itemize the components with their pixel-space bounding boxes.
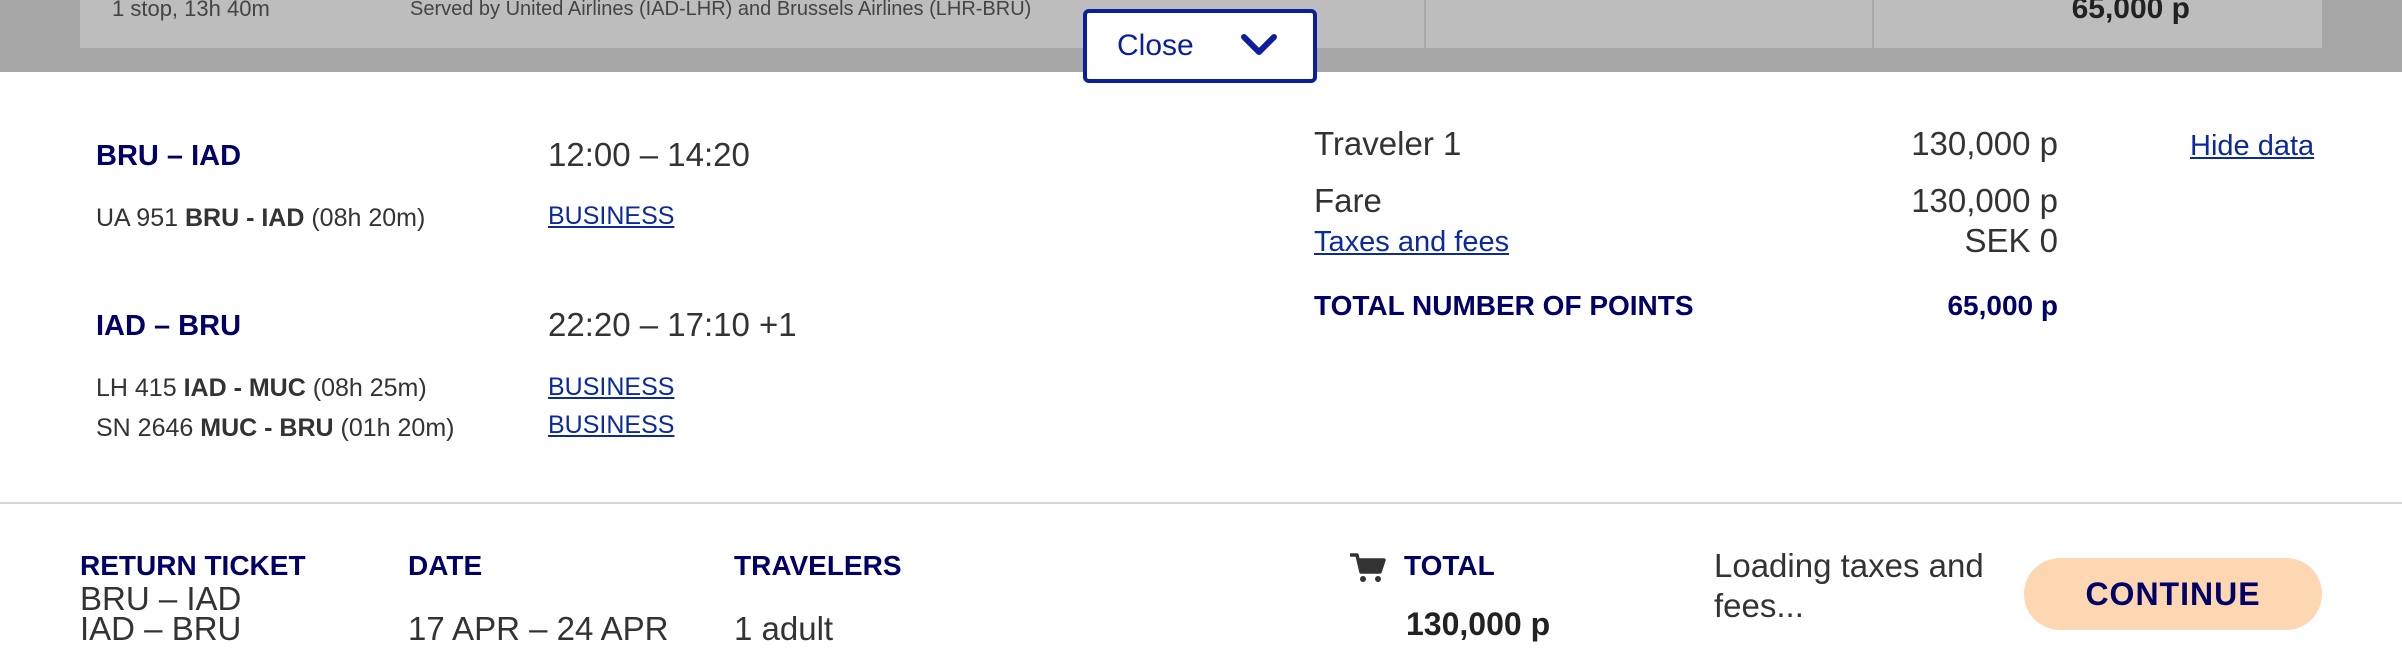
return-ticket-heading: RETURN TICKET <box>80 550 306 581</box>
flight-duration: (01h 20m) <box>340 414 455 442</box>
flight-number: UA 951 <box>96 204 179 232</box>
flight-number: SN 2646 <box>96 414 194 442</box>
fare-points: 130,000 p <box>1911 182 2058 219</box>
travelers-heading: TRAVELERS <box>734 550 902 581</box>
offer-points-price: 65,000 p <box>2071 0 2190 25</box>
chevron-down-icon <box>1241 34 1277 55</box>
fare-label: Fare <box>1314 182 1382 219</box>
offer-stops-duration: 1 stop, 13h 40m <box>112 0 270 21</box>
traveler-points: 130,000 p <box>1911 125 2058 162</box>
cabin-class-link[interactable]: BUSINESS <box>548 411 674 440</box>
ticket-route-list: BRU – IAD IAD – BRU <box>80 582 242 647</box>
traveler-label: Traveler 1 <box>1314 125 1462 162</box>
column-divider <box>1872 0 1874 48</box>
flight-segment: LH 415 IAD - MUC (08h 25m) <box>96 374 427 403</box>
outbound-route: BRU – IAD <box>96 140 242 172</box>
inbound-time: 22:20 – 17:10 +1 <box>548 306 797 343</box>
flight-airports: IAD - MUC <box>183 374 306 402</box>
continue-button[interactable]: CONTINUE <box>2024 558 2322 630</box>
flight-segment: SN 2646 MUC - BRU (01h 20m) <box>96 414 454 443</box>
flight-duration: (08h 25m) <box>312 374 427 402</box>
taxes-value: SEK 0 <box>1964 222 2058 259</box>
flight-segment: UA 951 BRU - IAD (08h 20m) <box>96 204 425 233</box>
flight-number: LH 415 <box>96 374 177 402</box>
cabin-class-link[interactable]: BUSINESS <box>548 202 674 231</box>
cabin-class-link[interactable]: BUSINESS <box>548 373 674 402</box>
date-value: 17 APR – 24 APR <box>408 610 669 647</box>
cart-icon <box>1350 553 1386 582</box>
total-value: 130,000 p <box>1406 606 1551 642</box>
inbound-route: IAD – BRU <box>96 310 242 342</box>
outbound-time: 12:00 – 14:20 <box>548 136 750 173</box>
section-divider <box>0 502 2402 504</box>
taxes-loading-status: Loading taxes and fees... <box>1714 547 1984 624</box>
ticket-route: IAD – BRU <box>80 610 242 647</box>
flight-duration: (08h 20m) <box>311 204 426 232</box>
date-heading: DATE <box>408 550 483 581</box>
total-heading: TOTAL <box>1404 550 1495 581</box>
flight-airports: MUC - BRU <box>200 414 334 442</box>
taxes-and-fees-link[interactable]: Taxes and fees <box>1314 226 1509 259</box>
travelers-value: 1 adult <box>734 610 834 647</box>
close-details-button[interactable]: Close <box>1083 9 1317 83</box>
hide-data-link[interactable]: Hide data <box>2190 130 2314 163</box>
total-points-label: TOTAL NUMBER OF POINTS <box>1314 290 1694 321</box>
column-divider <box>1424 0 1426 48</box>
offer-operated-by: Served by United Airlines (IAD-LHR) and … <box>410 0 1032 20</box>
flight-airports: BRU - IAD <box>184 204 305 232</box>
total-points-value: 65,000 p <box>1947 290 2058 321</box>
close-button-label: Close <box>1117 29 1194 62</box>
